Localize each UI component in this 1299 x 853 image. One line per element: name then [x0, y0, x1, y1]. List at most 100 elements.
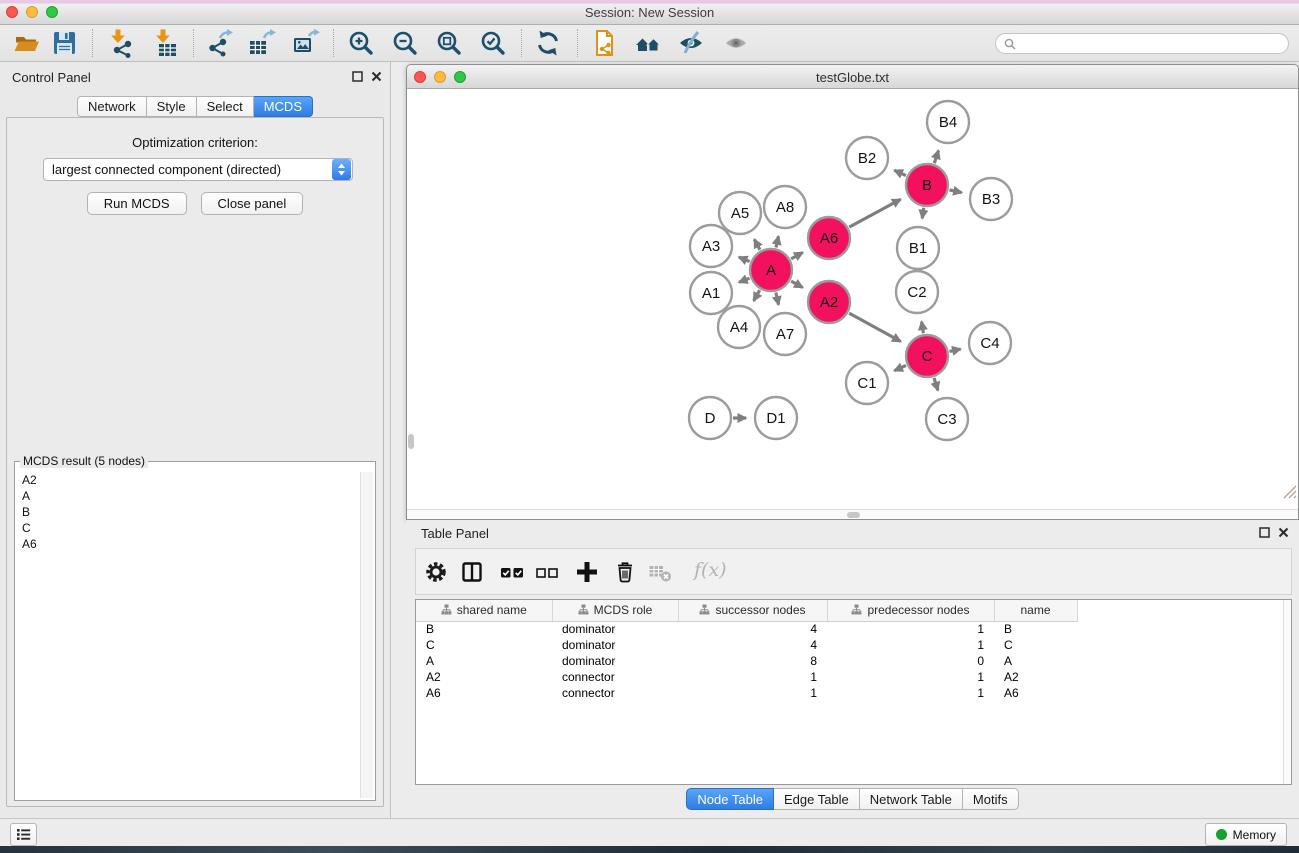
memory-button[interactable]: Memory	[1205, 823, 1287, 846]
column-header[interactable]: shared name	[416, 600, 552, 621]
mcds-result-item[interactable]: B	[17, 504, 359, 520]
task-list-icon	[15, 827, 32, 842]
result-scrollbar[interactable]	[360, 472, 373, 798]
select-all-icon[interactable]	[499, 559, 525, 585]
close-panel-icon[interactable]	[371, 71, 382, 82]
graph-edge[interactable]	[950, 349, 961, 351]
hide-panels-icon[interactable]	[676, 28, 706, 58]
mcds-result-item[interactable]: A	[17, 488, 359, 504]
column-header[interactable]: successor nodes	[678, 600, 827, 621]
resize-grip-icon[interactable]	[1281, 483, 1297, 499]
float-table-panel-icon[interactable]	[1259, 527, 1270, 538]
tab-mcds[interactable]: MCDS	[254, 96, 313, 117]
node-table[interactable]: shared nameMCDS rolesuccessor nodesprede…	[416, 600, 1291, 701]
export-network-icon[interactable]	[204, 28, 234, 58]
network-canvas[interactable]: B4B2BB3A5A8A6A3B1AA1C2A2A4A7C4CC1C3DD1	[407, 89, 1298, 510]
function-builder-icon[interactable]: f(x)	[694, 559, 727, 581]
node-table-container: shared nameMCDS rolesuccessor nodesprede…	[415, 599, 1292, 785]
graph-edge[interactable]	[791, 281, 803, 287]
table-scrollbar[interactable]	[1283, 600, 1291, 784]
close-table-panel-icon[interactable]	[1278, 527, 1289, 538]
graph-node-label: B1	[909, 240, 927, 257]
canvas-vertical-scrollbar[interactable]	[408, 434, 414, 449]
mcds-result-item[interactable]: C	[17, 520, 359, 536]
table-row[interactable]: Adominator80A	[416, 653, 1291, 669]
graph-edge[interactable]	[894, 365, 906, 370]
tab-network[interactable]: Network	[77, 96, 147, 117]
column-type-icon	[851, 604, 862, 615]
hscroll-thumb[interactable]	[847, 512, 860, 518]
import-network-icon[interactable]	[106, 28, 136, 58]
show-panels-icon[interactable]	[721, 28, 751, 58]
search-input[interactable]	[1021, 37, 1280, 51]
column-header[interactable]: MCDS role	[552, 600, 678, 621]
network-graph[interactable]: B4B2BB3A5A8A6A3B1AA1C2A2A4A7C4CC1C3DD1	[407, 89, 1298, 510]
add-column-icon[interactable]	[574, 559, 600, 585]
table-row[interactable]: Cdominator41C	[416, 637, 1291, 653]
graph-edge[interactable]	[849, 199, 900, 227]
graph-edge[interactable]	[776, 293, 779, 305]
network-window-titlebar[interactable]: testGlobe.txt	[407, 65, 1298, 89]
mcds-result-item[interactable]: A2	[17, 472, 359, 488]
table-row[interactable]: A2connector11A2	[416, 669, 1291, 685]
zoom-out-icon[interactable]	[390, 28, 420, 58]
task-history-button[interactable]	[10, 823, 37, 846]
graph-edge[interactable]	[776, 236, 779, 247]
column-header[interactable]: predecessor nodes	[827, 600, 994, 621]
float-panel-icon[interactable]	[352, 71, 363, 82]
graph-edge[interactable]	[934, 378, 938, 391]
tab-select[interactable]: Select	[197, 96, 254, 117]
graph-node-label: D	[705, 410, 716, 427]
delete-column-icon[interactable]	[612, 559, 638, 585]
graph-edge[interactable]	[922, 208, 924, 219]
table-settings-gear-icon[interactable]	[423, 559, 449, 585]
graph-node-label: A	[766, 262, 776, 279]
status-bar: Memory	[0, 818, 1299, 846]
table-row[interactable]: Bdominator41B	[416, 621, 1291, 637]
delete-table-icon[interactable]	[647, 559, 673, 585]
optimization-criterion-select[interactable]: largest connected component (directed)	[43, 158, 353, 181]
search-box[interactable]	[995, 33, 1289, 54]
close-panel-button[interactable]: Close panel	[201, 192, 304, 215]
tab-edge-table[interactable]: Edge Table	[774, 788, 860, 810]
graph-edge[interactable]	[739, 278, 750, 282]
graph-node-label: B4	[939, 114, 957, 131]
export-image-icon[interactable]	[290, 28, 320, 58]
graph-edge[interactable]	[754, 290, 760, 301]
save-session-icon[interactable]	[49, 28, 79, 58]
import-table-icon[interactable]	[151, 28, 181, 58]
graph-edge[interactable]	[739, 257, 750, 261]
app-titlebar: Session: New Session	[0, 0, 1299, 25]
column-visibility-icon[interactable]	[459, 559, 485, 585]
zoom-fit-icon[interactable]	[434, 28, 464, 58]
deselect-all-icon[interactable]	[534, 559, 560, 585]
mcds-result-item[interactable]: A6	[17, 536, 359, 552]
tab-network-table[interactable]: Network Table	[860, 788, 963, 810]
open-session-icon[interactable]	[12, 28, 42, 58]
tab-motifs[interactable]: Motifs	[963, 788, 1019, 810]
graph-edge[interactable]	[849, 313, 901, 341]
network-title: testGlobe.txt	[407, 70, 1298, 85]
zoom-selected-icon[interactable]	[478, 28, 508, 58]
zoom-in-icon[interactable]	[346, 28, 376, 58]
show-all-networks-icon[interactable]	[633, 28, 663, 58]
memory-status-icon	[1216, 829, 1227, 840]
mcds-result-list[interactable]: A2ABCA6	[17, 472, 359, 798]
graph-edge[interactable]	[950, 190, 962, 193]
table-row[interactable]: A6connector11A6	[416, 685, 1291, 701]
refresh-icon[interactable]	[533, 28, 563, 58]
graph-edge[interactable]	[922, 322, 924, 334]
tab-node-table[interactable]: Node Table	[686, 788, 774, 810]
graph-edge[interactable]	[791, 253, 803, 259]
graph-edge[interactable]	[894, 170, 906, 175]
graph-edge[interactable]	[934, 151, 938, 164]
new-network-from-selection-icon[interactable]	[590, 28, 620, 58]
run-mcds-button[interactable]: Run MCDS	[87, 192, 187, 215]
canvas-horizontal-scrollbar[interactable]	[407, 509, 1298, 519]
export-table-icon[interactable]	[246, 28, 276, 58]
search-icon	[1004, 38, 1016, 50]
column-header[interactable]: name	[994, 600, 1077, 621]
tab-style[interactable]: Style	[147, 96, 197, 117]
graph-edge[interactable]	[754, 239, 760, 249]
table-panel-tabs: Node TableEdge TableNetwork TableMotifs	[406, 788, 1299, 810]
